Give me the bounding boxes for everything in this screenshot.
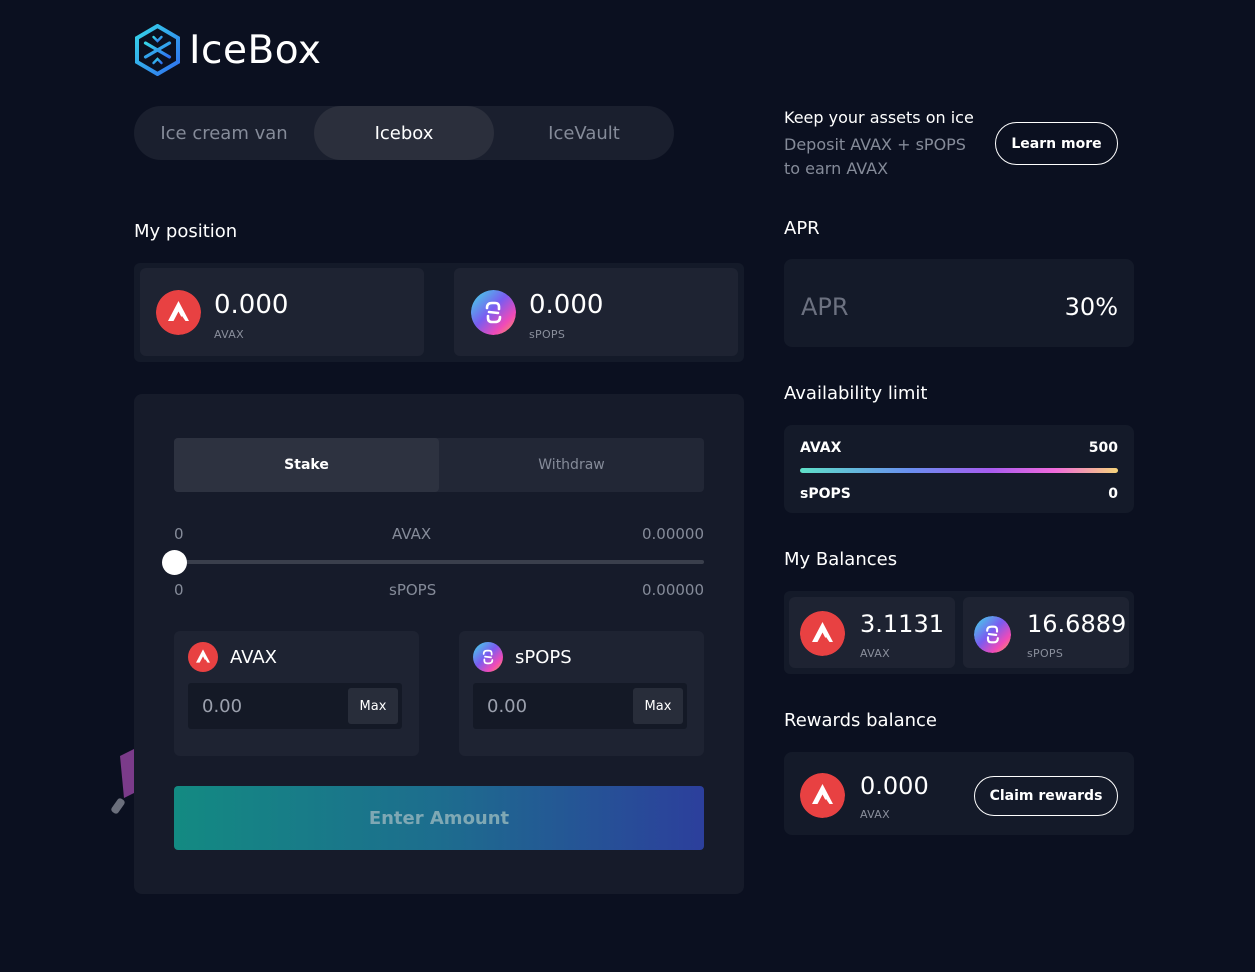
rewards-value: 0.000: [860, 772, 929, 800]
apr-value: 30%: [1064, 293, 1118, 321]
slider-spops-label: sPOPS: [389, 581, 437, 599]
avax-amount-field: Max: [188, 683, 402, 729]
balance-spops-symbol: sPOPS: [1027, 647, 1064, 660]
rewards-symbol: AVAX: [860, 808, 890, 821]
product-tabs: Ice cream van Icebox IceVault: [134, 106, 674, 160]
position-avax-card: 0.000 AVAX: [140, 268, 424, 356]
position-spops-card: 0.000 sPOPS: [454, 268, 738, 356]
stake-mode-toggle: Stake Withdraw: [174, 438, 704, 492]
tab-icebox[interactable]: Icebox: [314, 106, 494, 160]
availability-row-avax: AVAX 500: [800, 440, 1118, 456]
learn-more-button[interactable]: Learn more: [995, 122, 1118, 165]
avax-icon: [800, 611, 845, 656]
slider-avax-min: 0: [174, 525, 184, 543]
app-logo[interactable]: IceBox: [134, 24, 321, 76]
my-position-panel: 0.000 AVAX 0.000 sPOPS: [134, 263, 744, 362]
amount-slider-track[interactable]: [174, 560, 704, 564]
avax-input-label: AVAX: [230, 647, 277, 668]
availability-card: AVAX 500 sPOPS 0: [784, 425, 1134, 513]
stake-tab[interactable]: Stake: [174, 438, 439, 492]
position-spops-symbol: sPOPS: [529, 328, 566, 341]
spops-amount-input[interactable]: [473, 683, 628, 729]
spops-icon: [974, 616, 1011, 653]
balance-avax-value: 3.1131: [860, 610, 944, 638]
slider-avax-max: 0.00000: [641, 525, 704, 543]
avax-icon: [800, 773, 845, 818]
position-spops-value: 0.000: [529, 290, 604, 320]
availability-row-spops: sPOPS 0: [800, 486, 1118, 502]
apr-label: APR: [801, 293, 849, 321]
apr-card: APR 30%: [784, 259, 1134, 347]
avax-icon: [188, 642, 218, 672]
balance-avax-card: 3.1131 AVAX: [789, 597, 955, 668]
position-avax-value: 0.000: [214, 290, 289, 320]
availability-spops-value: 0: [1108, 486, 1118, 502]
my-balances-panel: 3.1131 AVAX 16.6889 sPOPS: [784, 591, 1134, 674]
app-name: IceBox: [189, 27, 322, 73]
spops-amount-field: Max: [473, 683, 687, 729]
spops-icon: [473, 642, 503, 672]
slider-spops-min: 0: [174, 581, 184, 599]
availability-title: Availability limit: [784, 383, 928, 404]
avax-amount-input[interactable]: [188, 683, 343, 729]
spops-input-card: sPOPS Max: [459, 631, 704, 756]
my-position-title: My position: [134, 221, 238, 242]
spops-icon: [471, 290, 516, 335]
claim-rewards-button[interactable]: Claim rewards: [974, 776, 1118, 816]
position-avax-symbol: AVAX: [214, 328, 244, 341]
tab-icevault[interactable]: IceVault: [494, 106, 674, 160]
slider-spops-max: 0.00000: [641, 581, 704, 599]
availability-avax-token: AVAX: [800, 440, 842, 456]
enter-amount-button[interactable]: Enter Amount: [174, 786, 704, 850]
stake-panel: Stake Withdraw 0 AVAX 0.00000 0 sPOPS 0.…: [134, 394, 744, 894]
withdraw-tab[interactable]: Withdraw: [439, 438, 704, 492]
availability-spops-token: sPOPS: [800, 486, 851, 502]
apr-title: APR: [784, 218, 820, 239]
balance-avax-symbol: AVAX: [860, 647, 890, 660]
tab-ice-cream-van[interactable]: Ice cream van: [134, 106, 314, 160]
balance-spops-card: 16.6889 sPOPS: [963, 597, 1129, 668]
icebox-logo-icon: [135, 24, 180, 76]
balance-spops-value: 16.6889: [1027, 610, 1127, 638]
avax-input-card: AVAX Max: [174, 631, 419, 756]
slider-avax-label: AVAX: [392, 525, 432, 543]
rewards-title: Rewards balance: [784, 710, 937, 731]
info-subtitle: Deposit AVAX + sPOPS to earn AVAX: [784, 135, 966, 178]
avax-max-button[interactable]: Max: [348, 688, 398, 724]
my-balances-title: My Balances: [784, 549, 898, 570]
avax-icon: [156, 290, 201, 335]
availability-bar: [800, 468, 1118, 473]
spops-max-button[interactable]: Max: [633, 688, 683, 724]
spops-input-label: sPOPS: [515, 647, 572, 668]
availability-avax-value: 500: [1088, 440, 1118, 456]
amount-slider-thumb[interactable]: [162, 550, 187, 575]
